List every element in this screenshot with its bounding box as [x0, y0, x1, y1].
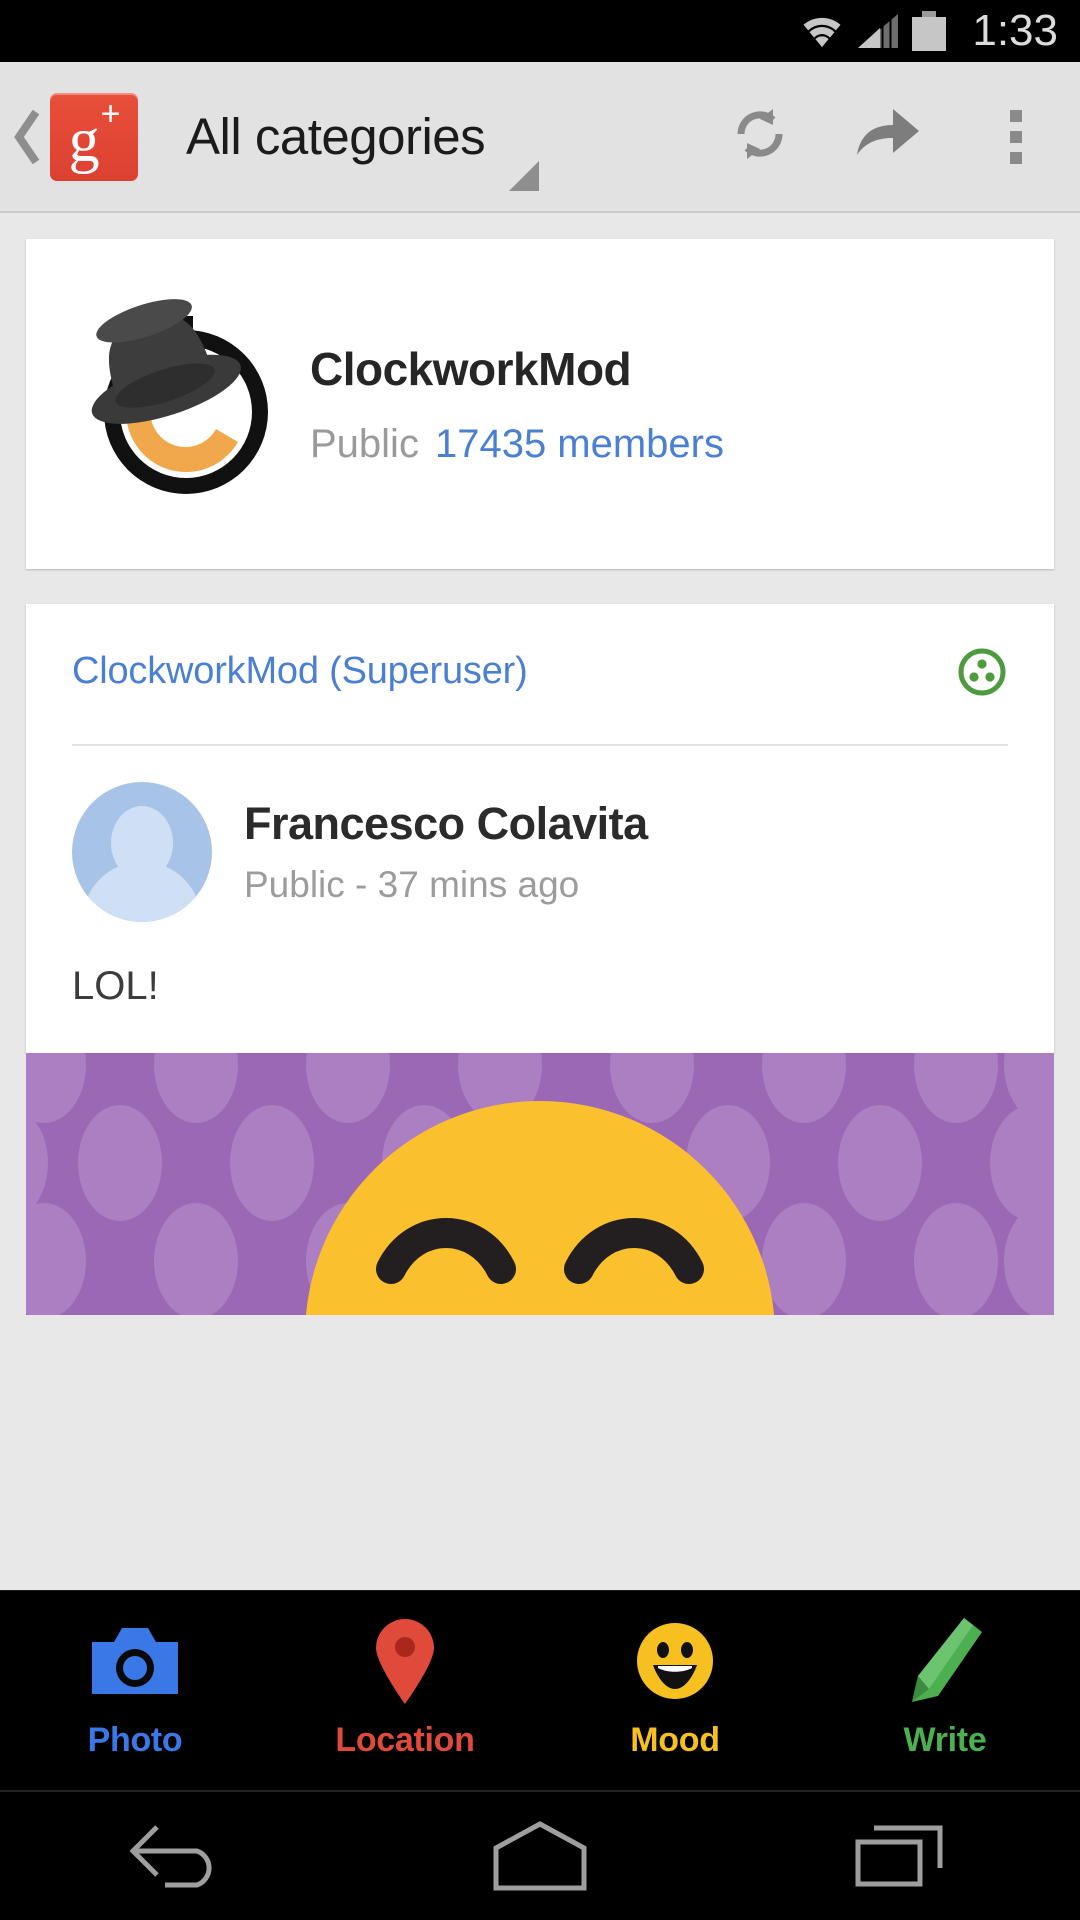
wifi-icon [800, 14, 844, 48]
overflow-menu-button[interactable] [952, 61, 1080, 212]
post-source-link[interactable]: ClockworkMod (Superuser) [72, 650, 528, 693]
post-body-text: LOL! [72, 964, 159, 1008]
status-clock: 1:33 [972, 6, 1058, 55]
status-bar: 1:33 [0, 0, 1080, 62]
share-button[interactable] [824, 61, 952, 212]
clockworkmod-logo [74, 294, 294, 514]
post-author-meta: Public - 37 mins ago [244, 864, 580, 905]
map-pin-icon [374, 1619, 436, 1704]
toolbar-item-write[interactable]: Write [810, 1591, 1080, 1760]
overflow-menu-icon [1010, 109, 1022, 164]
refresh-button[interactable] [696, 61, 824, 212]
post-author-row[interactable]: Francesco Colavita Public - 37 mins ago [26, 746, 1054, 922]
dropdown-triangle-icon[interactable] [509, 161, 540, 191]
toolbar-item-location[interactable]: Location [270, 1591, 540, 1760]
recents-nav-icon[interactable] [720, 1820, 1080, 1892]
pencil-icon [908, 1618, 982, 1703]
community-member-count[interactable]: 17435 members [435, 422, 724, 466]
system-nav-bar [0, 1790, 1080, 1920]
feed-content: ClockworkMod Public 17435 members Clockwo… [0, 213, 1080, 1590]
community-info: ClockworkMod Public 17435 members [310, 342, 724, 467]
post-author-name[interactable]: Francesco Colavita [244, 798, 648, 850]
community-name: ClockworkMod [310, 342, 632, 395]
community-visibility: Public [310, 421, 419, 466]
back-chevron-icon[interactable] [10, 109, 44, 164]
toolbar-label-photo: Photo [87, 1721, 183, 1759]
camera-icon [92, 1619, 178, 1703]
smiley-icon [635, 1619, 715, 1703]
default-avatar-icon[interactable] [72, 782, 212, 922]
logo-plus: + [100, 95, 121, 134]
community-circle-icon [956, 646, 1008, 698]
share-arrow-icon [855, 105, 921, 168]
logo-letter: g [68, 106, 100, 175]
post-card: ClockworkMod (Superuser) Francesco Colav… [26, 604, 1054, 1053]
battery-icon [912, 11, 947, 51]
post-source-row: ClockworkMod (Superuser) [26, 604, 1054, 698]
action-bar: g+ All categories [0, 62, 1080, 213]
status-icons: 1:33 [800, 6, 1058, 56]
refresh-icon [729, 103, 791, 170]
compose-toolbar: Photo Location Mood Write [0, 1590, 1080, 1790]
toolbar-item-mood[interactable]: Mood [540, 1591, 810, 1760]
toolbar-item-photo[interactable]: Photo [0, 1591, 270, 1760]
post-author-info: Francesco Colavita Public - 37 mins ago [244, 798, 648, 906]
home-nav-icon[interactable] [360, 1820, 720, 1892]
cell-signal-icon [858, 14, 899, 48]
toolbar-label-mood: Mood [630, 1721, 720, 1759]
google-plus-logo[interactable]: g+ [50, 92, 138, 181]
toolbar-label-location: Location [335, 1721, 475, 1759]
community-header-card[interactable]: ClockworkMod Public 17435 members [26, 239, 1054, 569]
back-nav-icon[interactable] [0, 1821, 360, 1891]
grinning-face-emoji [305, 1101, 775, 1315]
post-image-attachment[interactable] [26, 1053, 1054, 1315]
action-bar-buttons [696, 61, 1080, 212]
toolbar-label-write: Write [903, 1721, 987, 1759]
community-meta: Public 17435 members [310, 422, 724, 467]
page-title[interactable]: All categories [186, 107, 486, 166]
